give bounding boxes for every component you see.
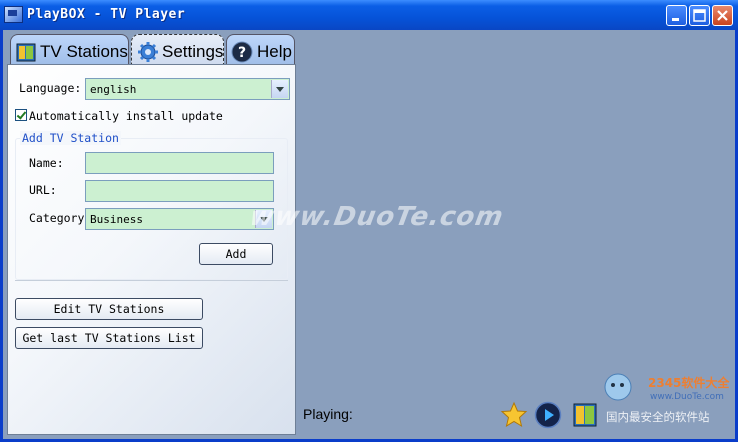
playing-label: Playing:: [303, 406, 353, 422]
tab-label: Settings: [162, 42, 224, 61]
add-button[interactable]: Add: [199, 243, 273, 265]
chevron-down-icon[interactable]: [271, 80, 288, 98]
auto-update-label: Automatically install update: [29, 109, 223, 123]
help-icon: ?: [231, 41, 253, 63]
language-select[interactable]: english: [85, 78, 290, 100]
url-label: URL:: [29, 183, 57, 197]
edit-stations-button[interactable]: Edit TV Stations: [15, 298, 203, 320]
logo-url: www.DuoTe.com: [650, 392, 724, 402]
maximize-icon: [693, 9, 706, 22]
duote-logo: 2345软件大全 www.DuoTe.com 国内最安全的软件站: [598, 365, 738, 437]
tab-label: Help: [257, 42, 292, 61]
title-bar[interactable]: PlayBOX - TV Player: [0, 0, 738, 30]
app-window: PlayBOX - TV Player TV Stations Settings…: [0, 0, 738, 442]
favorite-star-icon[interactable]: [500, 401, 528, 429]
app-icon[interactable]: [4, 6, 23, 23]
tv-stations-icon: [16, 43, 36, 62]
url-field[interactable]: [85, 180, 274, 202]
close-button[interactable]: [712, 5, 733, 26]
maximize-button[interactable]: [689, 5, 710, 26]
category-value: Business: [90, 213, 143, 226]
logo-text-2: 国内最安全的软件站: [606, 410, 710, 424]
language-label: Language:: [19, 81, 82, 95]
svg-text:?: ?: [238, 45, 246, 61]
name-field[interactable]: [85, 152, 274, 174]
tab-label: TV Stations: [40, 42, 128, 61]
group-title: Add TV Station: [20, 131, 121, 145]
close-icon: [717, 10, 728, 21]
language-value: english: [90, 83, 137, 96]
tab-tv-stations[interactable]: TV Stations: [10, 34, 129, 68]
logo-text-1: 2345软件大全: [648, 375, 730, 390]
tv-stations-icon[interactable]: [571, 401, 599, 429]
minimize-icon: [672, 18, 679, 21]
watermark: www.DuoTe.com: [247, 202, 507, 232]
logo-icon: 2345软件大全 www.DuoTe.com 国内最安全的软件站: [604, 373, 730, 424]
play-icon[interactable]: [534, 401, 562, 429]
window-title: PlayBOX - TV Player: [27, 7, 186, 22]
minimize-button[interactable]: [666, 5, 687, 26]
divider: [15, 280, 288, 281]
gear-icon: [138, 42, 158, 62]
auto-update-checkbox[interactable]: [15, 109, 27, 121]
get-stations-list-button[interactable]: Get last TV Stations List: [15, 327, 203, 349]
category-label: Category:: [29, 211, 92, 225]
name-label: Name:: [29, 156, 64, 170]
category-select[interactable]: Business: [85, 208, 274, 230]
tab-settings[interactable]: Settings: [131, 34, 224, 68]
tab-help[interactable]: ? Help: [226, 34, 295, 68]
